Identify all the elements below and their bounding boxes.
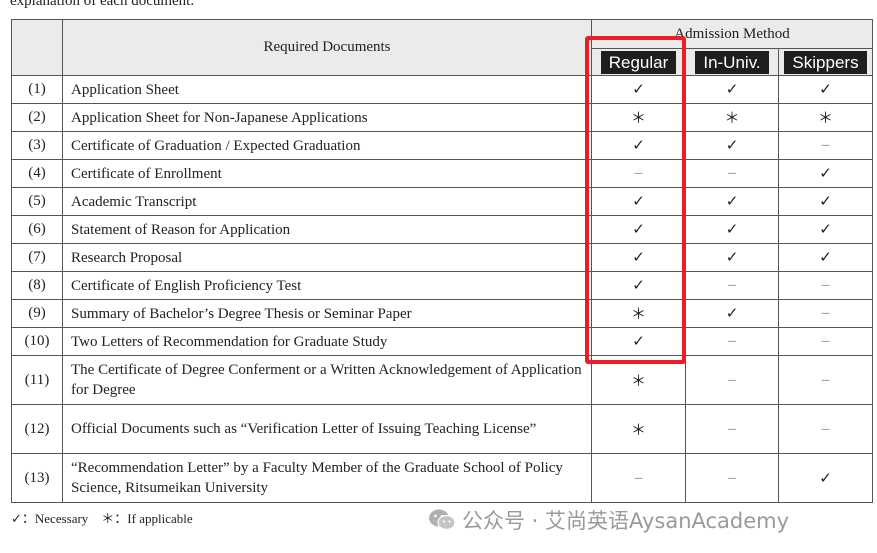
- row-number: (4): [11, 159, 63, 188]
- document-name: Certificate of Graduation / Expected Gra…: [62, 131, 592, 160]
- mark-skippers: –: [778, 131, 873, 160]
- mark-skippers: ✓: [778, 75, 873, 104]
- mark-skippers: ✓: [778, 453, 873, 503]
- mark-in-univ: ✓: [685, 299, 779, 328]
- wechat-icon: [429, 509, 456, 531]
- document-name: Application Sheet for Non-Japanese Appli…: [62, 103, 592, 132]
- mark-in-univ: ✓: [685, 187, 779, 216]
- document-name: Research Proposal: [62, 243, 592, 272]
- mark-regular: ✓: [591, 271, 686, 300]
- document-name: Academic Transcript: [62, 187, 592, 216]
- table-row: (2) Application Sheet for Non-Japanese Ap…: [11, 103, 873, 132]
- mark-regular: ＊: [591, 355, 686, 405]
- mark-in-univ: –: [685, 404, 779, 454]
- legend: ✓：Necessary ＊：If applicable: [11, 511, 193, 526]
- document-name: Two Letters of Recommendation for Gradua…: [62, 327, 592, 356]
- mark-skippers: –: [778, 271, 873, 300]
- document-name: Official Documents such as “Verification…: [62, 404, 592, 454]
- header-method-in-univ: In-Univ.: [685, 48, 779, 76]
- table-body: (1) Application Sheet ✓ ✓ ✓ (2) Application Sh…: [11, 75, 873, 503]
- row-number: (7): [11, 243, 63, 272]
- header-method-skippers: Skippers: [778, 48, 873, 76]
- mark-skippers: –: [778, 355, 873, 405]
- table-row: (10) Two Letters of Recommendation for Gr…: [11, 327, 873, 356]
- table-row: (1) Application Sheet ✓ ✓ ✓: [11, 75, 873, 104]
- row-number: (12): [11, 404, 63, 454]
- watermark-text: 公众号 · 艾尚英语AysanAcademy: [462, 509, 790, 533]
- mark-in-univ: ✓: [685, 131, 779, 160]
- row-number: (9): [11, 299, 63, 328]
- table-row: (3) Certificate of Graduation / Expected …: [11, 131, 873, 160]
- mark-skippers: –: [778, 404, 873, 454]
- row-number: (5): [11, 187, 63, 216]
- header-method-regular: Regular: [591, 48, 686, 76]
- row-number: (1): [11, 75, 63, 104]
- header-required-documents: Required Documents: [62, 19, 592, 76]
- badge-skippers: Skippers: [784, 50, 867, 74]
- mark-skippers: ✓: [778, 215, 873, 244]
- row-number: (2): [11, 103, 63, 132]
- table-row: (4) Certificate of Enrollment – – ✓: [11, 159, 873, 188]
- badge-in-univ: In-Univ.: [695, 50, 769, 74]
- mark-skippers: –: [778, 299, 873, 328]
- documents-table: Required Documents Admission Method Regu…: [11, 19, 873, 503]
- mark-in-univ: –: [685, 355, 779, 405]
- mark-regular: –: [591, 453, 686, 503]
- row-number: (13): [11, 453, 63, 503]
- mark-in-univ: ✓: [685, 215, 779, 244]
- table-row: (6) Statement of Reason for Application ✓ ✓…: [11, 215, 873, 244]
- row-number: (11): [11, 355, 63, 405]
- mark-regular: ＊: [591, 299, 686, 328]
- document-name: Application Sheet: [62, 75, 592, 104]
- mark-regular: ✓: [591, 75, 686, 104]
- mark-in-univ: ✓: [685, 75, 779, 104]
- watermark: 公众号 · 艾尚英语AysanAcademy: [428, 505, 789, 535]
- mark-skippers: –: [778, 327, 873, 356]
- intro-text: explanation of each document.: [10, 0, 195, 9]
- table-row: (12) Official Documents such as “Verifica…: [11, 404, 873, 454]
- table-row: (5) Academic Transcript ✓ ✓ ✓: [11, 187, 873, 216]
- row-number: (10): [11, 327, 63, 356]
- document-name: The Certificate of Degree Conferment or …: [62, 355, 592, 405]
- mark-in-univ: –: [685, 453, 779, 503]
- badge-regular: Regular: [600, 50, 677, 74]
- mark-regular: ✓: [591, 215, 686, 244]
- document-name: Certificate of English Proficiency Test: [62, 271, 592, 300]
- mark-skippers: ✓: [778, 187, 873, 216]
- table-row: (9) Summary of Bachelor’s Degree Thesis o…: [11, 299, 873, 328]
- mark-skippers: ✓: [778, 159, 873, 188]
- mark-regular: –: [591, 159, 686, 188]
- row-number: (8): [11, 271, 63, 300]
- mark-in-univ: ＊: [685, 103, 779, 132]
- mark-in-univ: –: [685, 327, 779, 356]
- mark-in-univ: ✓: [685, 243, 779, 272]
- document-name: “Recommendation Letter” by a Faculty Mem…: [62, 453, 592, 503]
- table-row: (13) “Recommendation Letter” by a Faculty…: [11, 453, 873, 503]
- mark-regular: ＊: [591, 103, 686, 132]
- mark-skippers: ✓: [778, 243, 873, 272]
- table-row: (7) Research Proposal ✓ ✓ ✓: [11, 243, 873, 272]
- mark-regular: ✓: [591, 243, 686, 272]
- mark-regular: ✓: [591, 187, 686, 216]
- mark-regular: ✓: [591, 131, 686, 160]
- document-name: Certificate of Enrollment: [62, 159, 592, 188]
- header-admission-method: Admission Method: [591, 19, 873, 49]
- mark-regular: ✓: [591, 327, 686, 356]
- document-name: Statement of Reason for Application: [62, 215, 592, 244]
- table-row: (11) The Certificate of Degree Conferment…: [11, 355, 873, 405]
- mark-in-univ: –: [685, 159, 779, 188]
- row-number: (3): [11, 131, 63, 160]
- header-number: [11, 19, 63, 76]
- table-row: (8) Certificate of English Proficiency Te…: [11, 271, 873, 300]
- mark-skippers: ＊: [778, 103, 873, 132]
- mark-regular: ＊: [591, 404, 686, 454]
- mark-in-univ: –: [685, 271, 779, 300]
- row-number: (6): [11, 215, 63, 244]
- document-name: Summary of Bachelor’s Degree Thesis or S…: [62, 299, 592, 328]
